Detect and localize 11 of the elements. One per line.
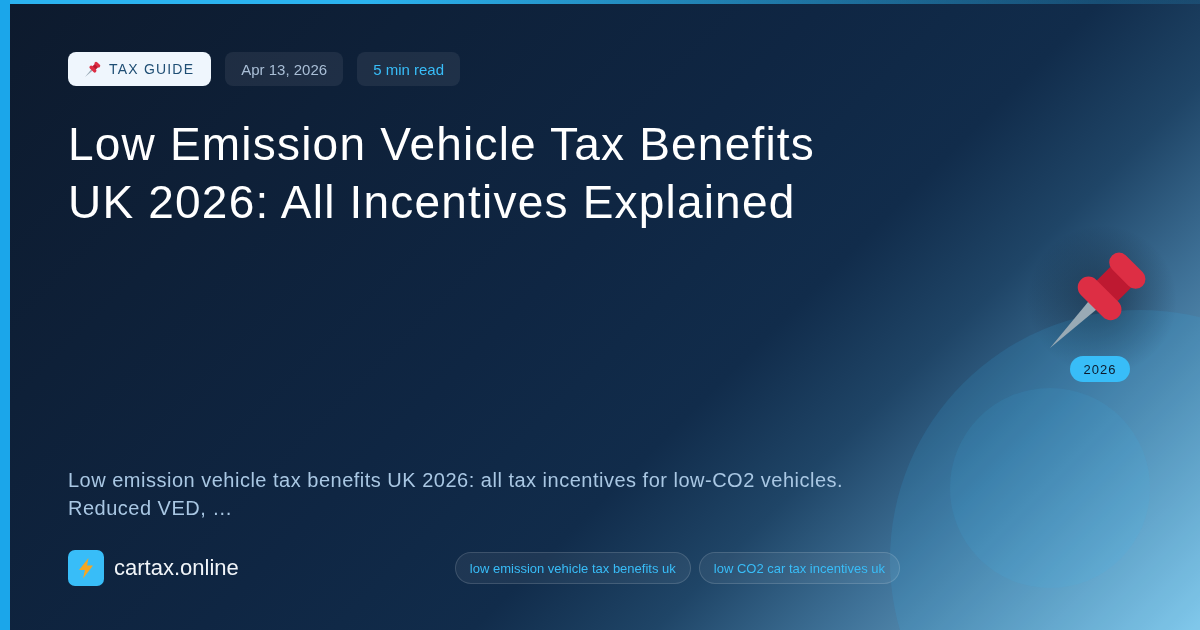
keyword-tag: low emission vehicle tax benefits uk (454, 552, 691, 584)
article-title: Low Emission Vehicle Tax Benefits UK 2026: All Incentives Explained (68, 117, 816, 230)
category-label: TAX GUIDE (109, 61, 195, 77)
reading-time-badge: 5 min read (357, 52, 460, 86)
article-description: Low emission vehicle tax benefits UK 2026: all tax incentives for low-CO2 vehicles. Reduced VED, … (68, 468, 845, 521)
date-badge: Apr 13, 2026 (225, 52, 344, 86)
keyword-tag: low CO2 car tax incentives uk (698, 552, 900, 584)
site-name: cartax.online (114, 555, 239, 581)
pushpin-icon (85, 61, 101, 77)
lightning-icon (68, 550, 104, 586)
year-badge: 2026 (1069, 356, 1131, 382)
